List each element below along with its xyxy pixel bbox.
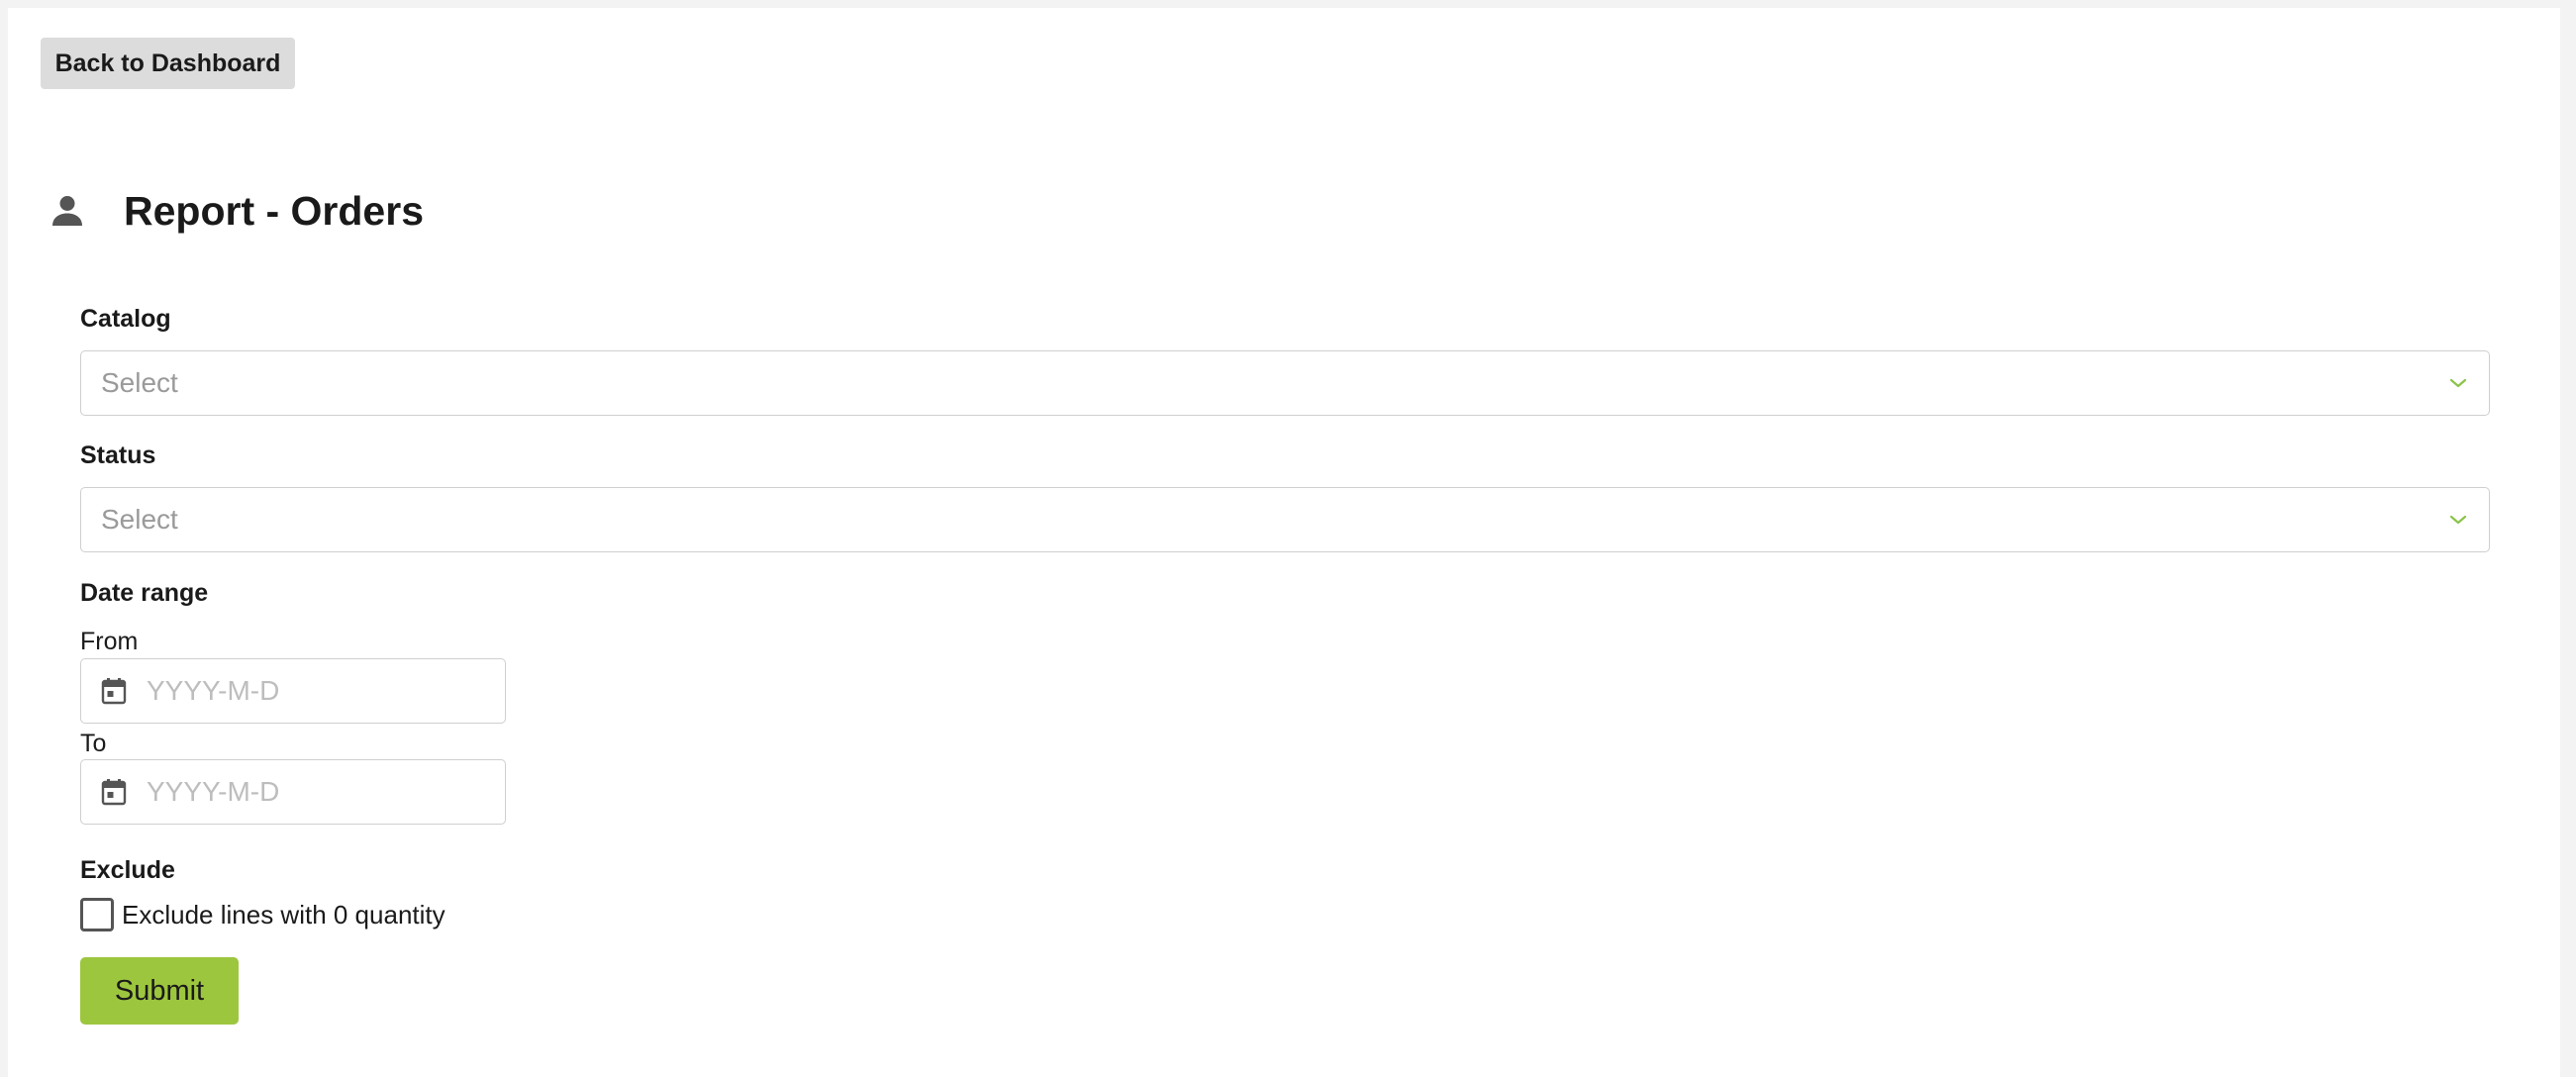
from-date-field[interactable] bbox=[80, 658, 506, 724]
exclude-label: Exclude bbox=[80, 856, 175, 884]
status-select-placeholder: Select bbox=[101, 504, 178, 535]
exclude-checkbox-row: Exclude lines with 0 quantity bbox=[80, 898, 446, 931]
person-icon bbox=[46, 189, 89, 233]
submit-button[interactable]: Submit bbox=[80, 957, 239, 1025]
chevron-down-icon bbox=[2447, 509, 2469, 531]
status-select[interactable]: Select bbox=[80, 487, 2490, 552]
back-to-dashboard-button[interactable]: Back to Dashboard bbox=[41, 38, 295, 89]
catalog-select-placeholder: Select bbox=[101, 367, 178, 398]
calendar-icon bbox=[99, 777, 129, 807]
calendar-icon bbox=[99, 676, 129, 706]
status-label: Status bbox=[80, 441, 156, 469]
exclude-zero-quantity-checkbox[interactable] bbox=[80, 898, 114, 931]
exclude-zero-quantity-label[interactable]: Exclude lines with 0 quantity bbox=[122, 900, 446, 930]
from-label: From bbox=[80, 628, 139, 655]
catalog-label: Catalog bbox=[80, 305, 171, 333]
page-header: Report - Orders bbox=[46, 176, 424, 245]
chevron-down-icon bbox=[2447, 372, 2469, 394]
page-title: Report - Orders bbox=[124, 187, 424, 234]
from-date-input[interactable] bbox=[145, 674, 465, 708]
catalog-select[interactable]: Select bbox=[80, 350, 2490, 416]
to-label: To bbox=[80, 730, 107, 757]
date-range-label: Date range bbox=[80, 579, 209, 607]
to-date-input[interactable] bbox=[145, 775, 465, 809]
to-date-field[interactable] bbox=[80, 759, 506, 825]
page-container: Back to Dashboard Report - Orders Catalo… bbox=[8, 8, 2560, 1077]
